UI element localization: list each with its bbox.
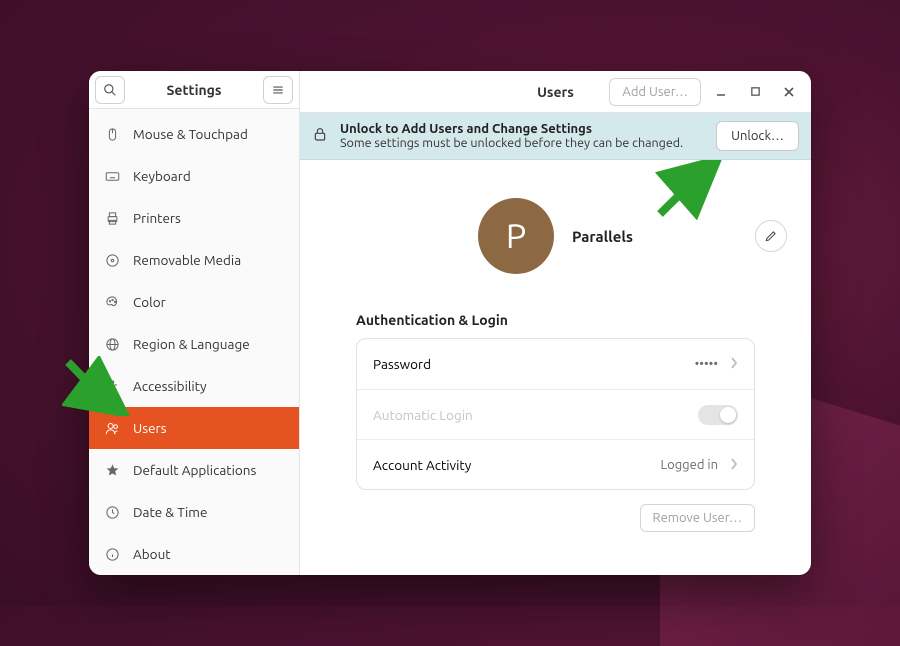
auto-login-label: Automatic Login: [373, 407, 686, 423]
account-activity-row[interactable]: Account Activity Logged in: [357, 439, 754, 489]
sidebar-item-label: Accessibility: [133, 378, 207, 394]
sidebar-item-about[interactable]: About: [89, 533, 299, 575]
password-label: Password: [373, 356, 683, 372]
remove-user-button[interactable]: Remove User…: [640, 504, 756, 532]
sidebar-item-label: Color: [133, 294, 166, 310]
sidebar-header: Settings: [89, 71, 299, 109]
users-icon: [103, 421, 121, 436]
chevron-right-icon: [730, 456, 738, 474]
sidebar-item-color[interactable]: Color: [89, 281, 299, 323]
add-user-button[interactable]: Add User…: [609, 78, 701, 106]
menu-button[interactable]: [263, 76, 293, 104]
hamburger-icon: [271, 83, 285, 97]
sidebar-item-mouse[interactable]: Mouse & Touchpad: [89, 113, 299, 155]
pencil-icon: [764, 229, 778, 243]
sidebar-item-label: Users: [133, 420, 167, 436]
activity-value: Logged in: [660, 458, 718, 472]
star-icon: [103, 463, 121, 478]
content-area: P Parallels Authentication & Login Passw…: [300, 160, 811, 575]
sidebar-item-label: Printers: [133, 210, 181, 226]
sidebar-item-accessibility[interactable]: Accessibility: [89, 365, 299, 407]
sidebar-item-printers[interactable]: Printers: [89, 197, 299, 239]
sidebar-item-label: About: [133, 546, 171, 562]
password-value: •••••: [695, 357, 718, 371]
sidebar-item-removable-media[interactable]: Removable Media: [89, 239, 299, 281]
automatic-login-row: Automatic Login: [357, 389, 754, 439]
lock-icon: [312, 126, 328, 146]
info-icon: [103, 547, 121, 562]
minimize-icon: [715, 86, 727, 98]
edit-user-button[interactable]: [755, 220, 787, 252]
auth-section-title: Authentication & Login: [356, 312, 755, 328]
sidebar-item-label: Mouse & Touchpad: [133, 126, 248, 142]
unlock-button[interactable]: Unlock…: [716, 121, 799, 151]
sidebar-item-keyboard[interactable]: Keyboard: [89, 155, 299, 197]
profile-name: Parallels: [572, 228, 633, 245]
disc-icon: [103, 253, 121, 268]
auto-login-switch: [698, 405, 738, 425]
unlock-banner: Unlock to Add Users and Change Settings …: [300, 113, 811, 160]
printer-icon: [103, 211, 121, 226]
maximize-button[interactable]: [741, 78, 769, 106]
remove-user-wrap: Remove User…: [356, 504, 755, 532]
avatar[interactable]: P: [478, 198, 554, 274]
sidebar-item-label: Keyboard: [133, 168, 191, 184]
minimize-button[interactable]: [707, 78, 735, 106]
banner-title: Unlock to Add Users and Change Settings: [340, 122, 704, 136]
close-icon: [783, 86, 795, 98]
sidebar-item-region-language[interactable]: Region & Language: [89, 323, 299, 365]
globe-icon: [103, 337, 121, 352]
sidebar-list: Mouse & Touchpad Keyboard Printers Remov…: [89, 109, 299, 575]
close-button[interactable]: [775, 78, 803, 106]
profile-block: P Parallels: [356, 198, 755, 274]
maximize-icon: [750, 86, 761, 97]
main-panel: Users Add User… Unlock to Add Users and …: [300, 71, 811, 575]
keyboard-icon: [103, 169, 121, 184]
sidebar-item-default-apps[interactable]: Default Applications: [89, 449, 299, 491]
auth-rows: Password ••••• Automatic Login Account A…: [356, 338, 755, 490]
banner-subtitle: Some settings must be unlocked before th…: [340, 136, 704, 150]
password-row[interactable]: Password •••••: [357, 339, 754, 389]
sidebar-item-users[interactable]: Users: [89, 407, 299, 449]
settings-window: Settings Mouse & Touchpad Keyboard Print…: [89, 71, 811, 575]
sidebar-item-label: Region & Language: [133, 336, 250, 352]
mouse-icon: [103, 127, 121, 142]
banner-text: Unlock to Add Users and Change Settings …: [340, 122, 704, 150]
color-icon: [103, 295, 121, 310]
accessibility-icon: [103, 379, 121, 394]
clock-icon: [103, 505, 121, 520]
sidebar-item-label: Default Applications: [133, 462, 256, 478]
sidebar: Settings Mouse & Touchpad Keyboard Print…: [89, 71, 300, 575]
search-button[interactable]: [95, 76, 125, 104]
sidebar-item-label: Removable Media: [133, 252, 241, 268]
sidebar-item-label: Date & Time: [133, 504, 207, 520]
search-icon: [103, 83, 117, 97]
activity-label: Account Activity: [373, 457, 648, 473]
sidebar-item-date-time[interactable]: Date & Time: [89, 491, 299, 533]
main-header: Users Add User…: [300, 71, 811, 113]
sidebar-title: Settings: [125, 82, 263, 98]
chevron-right-icon: [730, 355, 738, 373]
